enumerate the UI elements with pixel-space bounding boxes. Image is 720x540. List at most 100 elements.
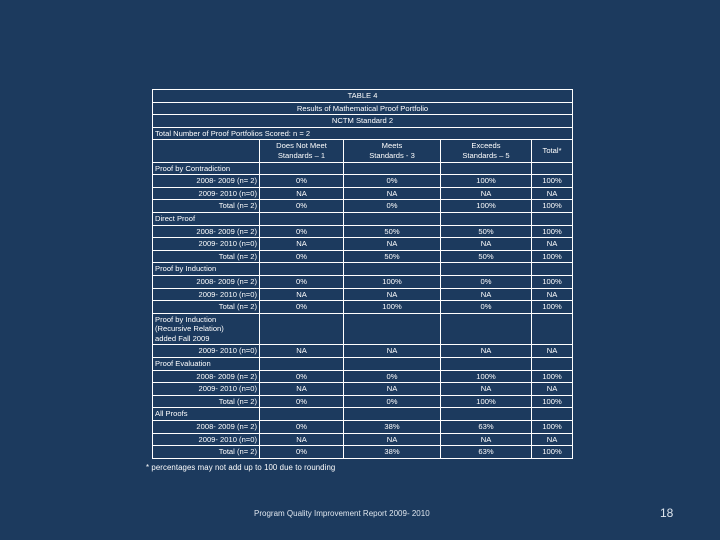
row-label: 2008- 2009 (n= 2) bbox=[153, 225, 259, 238]
table-row: 2008- 2009 (n= 2) 0% 0% 100% 100% bbox=[153, 175, 573, 187]
section-heading: Proof by Contradiction bbox=[153, 162, 259, 175]
cell-meets: 100% bbox=[344, 301, 440, 313]
cell-total: NA bbox=[532, 433, 573, 446]
cell-does-not-meet: 0% bbox=[260, 395, 343, 408]
cell-meets: NA bbox=[344, 187, 440, 200]
cell-does-not-meet: 0% bbox=[260, 250, 343, 263]
cell-meets: NA bbox=[344, 288, 440, 301]
section-heading-line2: (Recursive Relation) bbox=[155, 324, 224, 334]
cell-total: 100% bbox=[532, 225, 573, 238]
table-title-row-1: TABLE 4 bbox=[153, 90, 573, 102]
table-row: Total (n= 2) 0% 38% 63% 100% bbox=[153, 446, 573, 458]
section-blank-cell bbox=[344, 212, 440, 225]
cell-does-not-meet: NA bbox=[260, 433, 343, 446]
table-row: 2009- 2010 (n=0) NA NA NA NA bbox=[153, 187, 573, 200]
section-blank-cell bbox=[441, 212, 531, 225]
section-heading: Proof by Induction (Recursive Relation) … bbox=[153, 313, 259, 345]
row-label: 2009- 2010 (n=0) bbox=[153, 433, 259, 446]
cell-exceeds: 100% bbox=[441, 395, 531, 408]
row-label: 2008- 2009 (n= 2) bbox=[153, 421, 259, 433]
section-blank-cell bbox=[532, 212, 573, 225]
cell-exceeds: NA bbox=[441, 433, 531, 446]
section-blank-cell bbox=[441, 162, 531, 175]
section-header-row: Proof Evaluation bbox=[153, 358, 573, 370]
table-row: 2009- 2010 (n=0) NA NA NA NA bbox=[153, 238, 573, 250]
cell-total: 100% bbox=[532, 421, 573, 433]
cell-total: NA bbox=[532, 187, 573, 200]
table-row: Total (n= 2) 0% 0% 100% 100% bbox=[153, 200, 573, 212]
cell-total: 100% bbox=[532, 175, 573, 187]
cell-total: NA bbox=[532, 288, 573, 301]
cell-exceeds: 0% bbox=[441, 275, 531, 288]
cell-does-not-meet: 0% bbox=[260, 446, 343, 458]
section-heading: Proof by Induction bbox=[153, 263, 259, 275]
cell-does-not-meet: 0% bbox=[260, 275, 343, 288]
slide-page-number: 18 bbox=[660, 506, 674, 520]
column-header-exceeds-line1: Exceeds bbox=[471, 141, 501, 151]
table-row: 2008- 2009 (n= 2) 0% 0% 100% 100% bbox=[153, 370, 573, 383]
section-blank-cell bbox=[260, 358, 343, 370]
table-row: 2008- 2009 (n= 2) 0% 38% 63% 100% bbox=[153, 421, 573, 433]
cell-total: 100% bbox=[532, 250, 573, 263]
cell-exceeds: NA bbox=[441, 345, 531, 358]
cell-does-not-meet: 0% bbox=[260, 225, 343, 238]
section-blank-cell bbox=[532, 358, 573, 370]
section-blank-cell bbox=[344, 408, 440, 421]
table-row: Total (n= 2) 0% 50% 50% 100% bbox=[153, 250, 573, 263]
cell-total: 100% bbox=[532, 446, 573, 458]
section-blank-cell bbox=[532, 313, 573, 345]
cell-exceeds: NA bbox=[441, 187, 531, 200]
cell-meets: 50% bbox=[344, 225, 440, 238]
cell-meets: 50% bbox=[344, 250, 440, 263]
cell-does-not-meet: 0% bbox=[260, 301, 343, 313]
results-table-container: TABLE 4 Results of Mathematical Proof Po… bbox=[152, 89, 574, 459]
cell-exceeds: 100% bbox=[441, 370, 531, 383]
table-title-line-2: Results of Mathematical Proof Portfolio bbox=[153, 102, 573, 115]
row-label: Total (n= 2) bbox=[153, 200, 259, 212]
section-heading-line1: Proof by Induction bbox=[155, 314, 217, 324]
section-blank-cell bbox=[441, 408, 531, 421]
slide-footer-title: Program Quality Improvement Report 2009-… bbox=[254, 509, 430, 518]
cell-does-not-meet: NA bbox=[260, 345, 343, 358]
table-row: 2009- 2010 (n=0) NA NA NA NA bbox=[153, 433, 573, 446]
total-portfolios-scored: Total Number of Proof Portfolios Scored:… bbox=[153, 127, 573, 140]
table-title-row-2: Results of Mathematical Proof Portfolio bbox=[153, 102, 573, 115]
cell-meets: NA bbox=[344, 238, 440, 250]
section-blank-cell bbox=[344, 358, 440, 370]
column-header-label bbox=[153, 140, 259, 162]
column-header-row: Does Not Meet Standards – 1 Meets Standa… bbox=[153, 140, 573, 162]
cell-meets: 0% bbox=[344, 370, 440, 383]
cell-exceeds: 50% bbox=[441, 250, 531, 263]
row-label: 2009- 2010 (n=0) bbox=[153, 288, 259, 301]
row-label: 2009- 2010 (n=0) bbox=[153, 238, 259, 250]
cell-does-not-meet: NA bbox=[260, 288, 343, 301]
table-title-line-1: TABLE 4 bbox=[153, 90, 573, 102]
section-blank-cell bbox=[260, 263, 343, 275]
table-total-scored-row: Total Number of Proof Portfolios Scored:… bbox=[153, 127, 573, 140]
section-blank-cell bbox=[532, 263, 573, 275]
cell-total: 100% bbox=[532, 370, 573, 383]
cell-total: 100% bbox=[532, 301, 573, 313]
slide-canvas: TABLE 4 Results of Mathematical Proof Po… bbox=[0, 0, 720, 540]
section-blank-cell bbox=[344, 313, 440, 345]
cell-exceeds: 100% bbox=[441, 200, 531, 212]
cell-meets: 0% bbox=[344, 200, 440, 212]
section-header-row: Proof by Induction bbox=[153, 263, 573, 275]
cell-meets: NA bbox=[344, 433, 440, 446]
table-row: Total (n= 2) 0% 100% 0% 100% bbox=[153, 301, 573, 313]
cell-does-not-meet: 0% bbox=[260, 421, 343, 433]
results-table: TABLE 4 Results of Mathematical Proof Po… bbox=[152, 89, 574, 459]
cell-meets: NA bbox=[344, 383, 440, 395]
cell-total: 100% bbox=[532, 275, 573, 288]
cell-total: NA bbox=[532, 383, 573, 395]
section-blank-cell bbox=[344, 162, 440, 175]
section-blank-cell bbox=[260, 162, 343, 175]
row-label: Total (n= 2) bbox=[153, 446, 259, 458]
cell-exceeds: 50% bbox=[441, 225, 531, 238]
section-heading-line3: added Fall 2009 bbox=[155, 333, 210, 343]
section-heading: Proof Evaluation bbox=[153, 358, 259, 370]
section-heading: Direct Proof bbox=[153, 212, 259, 225]
column-header-does-not-meet-line2: Standards – 1 bbox=[277, 150, 326, 160]
cell-exceeds: 0% bbox=[441, 301, 531, 313]
table-title-line-3: NCTM Standard 2 bbox=[153, 115, 573, 127]
